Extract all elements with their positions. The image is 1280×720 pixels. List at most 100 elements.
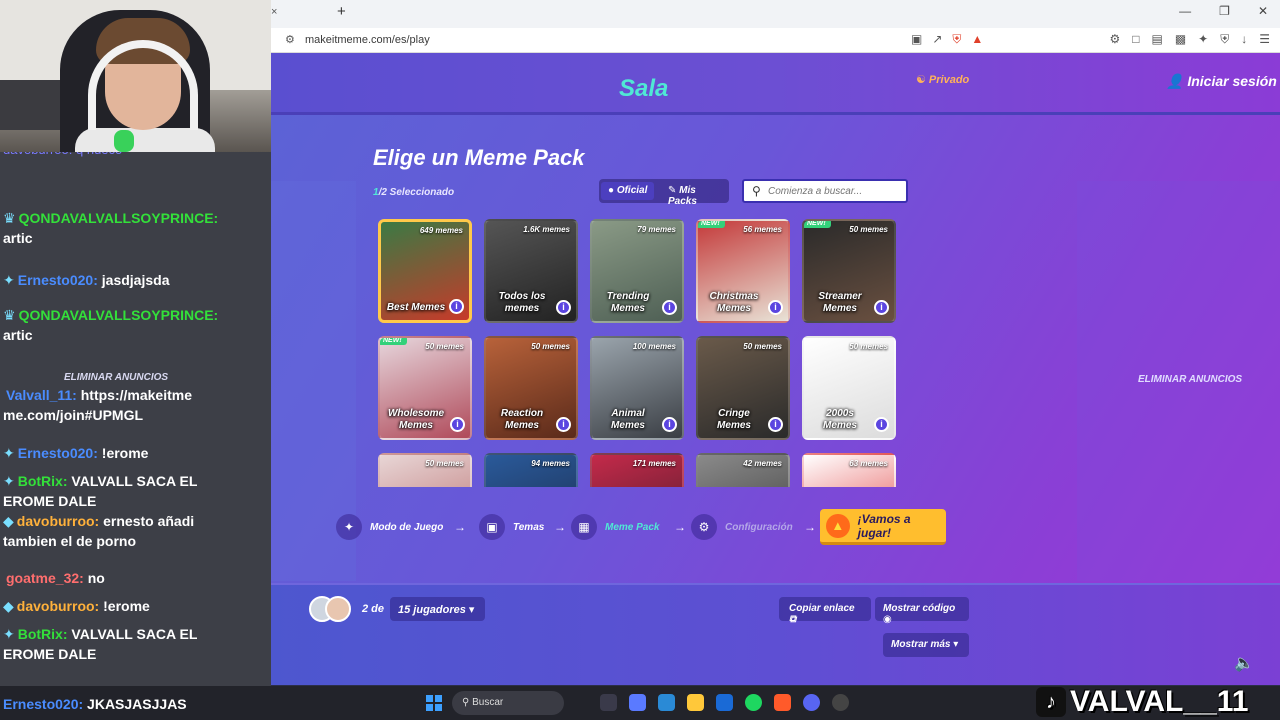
- minimize-icon[interactable]: —: [1179, 4, 1191, 18]
- info-icon[interactable]: i: [662, 417, 677, 432]
- edge-icon[interactable]: [658, 694, 675, 711]
- pack-tabs: ● Oficial ✎ Mis Packs: [599, 179, 729, 207]
- meme-pack-card[interactable]: 79 memes Trending Memes i: [590, 219, 684, 323]
- download-icon[interactable]: ↓: [1241, 32, 1247, 47]
- start-game-button[interactable]: ▲ ¡Vamos a jugar!: [820, 509, 946, 545]
- vpn-icon[interactable]: ⛨: [1220, 32, 1229, 47]
- meme-pack-card[interactable]: 100 memes Animal Memes i: [590, 336, 684, 440]
- info-icon[interactable]: i: [449, 299, 464, 314]
- step-3[interactable]: ⚙ Configuración: [691, 514, 793, 540]
- show-more-button[interactable]: Mostrar más ▾: [883, 633, 969, 657]
- meme-pack-card[interactable]: 171 memes: [590, 453, 684, 487]
- menu-icon[interactable]: ☰: [1259, 32, 1270, 47]
- info-icon[interactable]: i: [450, 417, 465, 432]
- speaker-icon[interactable]: 🔈: [1234, 653, 1254, 673]
- task-view-icon[interactable]: [600, 694, 617, 711]
- tab-my-packs[interactable]: ✎ Mis Packs: [661, 182, 729, 207]
- step-0[interactable]: ✦ Modo de Juego: [336, 514, 443, 540]
- meme-pack-card[interactable]: 42 memes: [696, 453, 790, 487]
- meme-pack-card[interactable]: 94 memes: [484, 453, 578, 487]
- leo-icon[interactable]: ✦: [1198, 32, 1208, 47]
- step-1[interactable]: ▣ Temas: [479, 514, 544, 540]
- copy-link-label: Copiar enlace: [789, 603, 855, 614]
- pack-name: Todos los memes: [498, 291, 546, 314]
- extensions-icon[interactable]: ⚙: [1109, 32, 1120, 47]
- site-info-icon[interactable]: ⚙: [285, 33, 295, 46]
- discord-icon[interactable]: [803, 694, 820, 711]
- tab-official-label: Oficial: [616, 185, 648, 196]
- maximize-icon[interactable]: ❐: [1219, 4, 1230, 18]
- new-tab-button[interactable]: +: [337, 3, 346, 20]
- window-controls: — ❐ ✕: [1179, 4, 1268, 18]
- meme-pack-card[interactable]: 63 memes: [802, 453, 896, 487]
- info-icon[interactable]: i: [662, 300, 677, 315]
- pack-count: 94 memes: [531, 459, 570, 468]
- private-label: Privado: [928, 74, 970, 86]
- tab-search-icon[interactable]: □: [1132, 32, 1139, 47]
- chat-username: goatme_32:: [6, 570, 84, 586]
- pack-name: Wholesome Memes: [387, 408, 445, 431]
- arrow-right-icon: →: [674, 520, 686, 534]
- copy-link-button[interactable]: Copiar enlace ⧉: [779, 597, 871, 625]
- login-button[interactable]: 👤 Iniciar sesión: [1166, 73, 1277, 90]
- chat-username: QONDAVALVALLSOYPRINCE:: [18, 210, 219, 226]
- remove-ads-link[interactable]: ELIMINAR ANUNCIOS: [1138, 374, 1242, 385]
- shield-icon[interactable]: ⛨: [952, 32, 961, 47]
- meme-pack-card[interactable]: 1.6K memes Todos los memes i: [484, 219, 578, 323]
- chat-text: artic: [3, 230, 33, 246]
- show-code-button[interactable]: Mostrar código ◉: [875, 597, 969, 625]
- private-room-toggle[interactable]: ☯ Privado: [916, 73, 969, 86]
- browser-tab-bar: × + — ❐ ✕: [271, 0, 1280, 28]
- cast-icon[interactable]: ▣: [911, 32, 922, 47]
- info-icon[interactable]: i: [874, 417, 889, 432]
- windows-start-icon[interactable]: [426, 695, 442, 711]
- chat-message-partial: davoburroo: q hueco: [3, 152, 228, 160]
- info-icon[interactable]: i: [768, 300, 783, 315]
- chat-message: ✦ Ernesto020: !erome: [3, 443, 228, 463]
- taskbar-apps: [600, 694, 849, 711]
- pack-name: Cringe Memes: [717, 408, 751, 431]
- meme-pack-card[interactable]: 50 memes Cringe Memes i: [696, 336, 790, 440]
- info-icon[interactable]: i: [768, 417, 783, 432]
- info-icon[interactable]: i: [874, 300, 889, 315]
- remove-ads-link[interactable]: ELIMINAR ANUNCIOS: [64, 372, 168, 383]
- url-text[interactable]: makeitmeme.com/es/play: [305, 34, 430, 46]
- copilot-icon[interactable]: [629, 694, 646, 711]
- alert-icon[interactable]: ▲: [971, 32, 983, 47]
- sidebar-icon[interactable]: ▤: [1151, 32, 1162, 47]
- meme-pack-card[interactable]: NEW! 50 memes Wholesome Memes i: [378, 336, 472, 440]
- max-players-value: 15 jugadores: [398, 604, 466, 616]
- taskbar-search[interactable]: ⚲ Buscar: [452, 691, 564, 715]
- spotify-icon[interactable]: [745, 694, 762, 711]
- chat-username: davoburroo:: [16, 598, 100, 614]
- info-icon[interactable]: i: [556, 417, 571, 432]
- file-explorer-icon[interactable]: [687, 694, 704, 711]
- obs-icon[interactable]: [832, 694, 849, 711]
- close-window-icon[interactable]: ✕: [1258, 4, 1268, 18]
- pack-count: 100 memes: [632, 342, 676, 351]
- meme-pack-card[interactable]: 50 memes: [378, 453, 472, 487]
- sparkle-badge-icon: ✦: [3, 473, 15, 489]
- meme-pack-card[interactable]: NEW! 50 memes Streamer Memes i: [802, 219, 896, 323]
- arrow-right-icon: →: [804, 520, 816, 534]
- tab-official[interactable]: ● Oficial: [601, 182, 655, 200]
- new-badge: NEW!: [698, 221, 725, 228]
- store-icon[interactable]: [716, 694, 733, 711]
- step-2[interactable]: ▦ Meme Pack: [571, 514, 659, 540]
- close-tab-icon[interactable]: ×: [271, 6, 277, 18]
- diamond-badge-icon: ◆: [3, 598, 14, 614]
- wallet-icon[interactable]: ▩: [1175, 32, 1186, 47]
- tiktok-handle: VALVAL__11: [1070, 685, 1249, 718]
- pack-search[interactable]: ⚲: [742, 179, 908, 203]
- meme-pack-card[interactable]: 50 memes Reaction Memes i: [484, 336, 578, 440]
- meme-pack-card[interactable]: 50 memes 2000s Memes i: [802, 336, 896, 440]
- info-icon[interactable]: i: [556, 300, 571, 315]
- address-bar[interactable]: ⚙ makeitmeme.com/es/play ▣ ↗ ⛨ ▲ ⚙ □ ▤ ▩…: [271, 28, 1280, 53]
- meme-pack-card[interactable]: 649 memes Best Memes i: [378, 219, 472, 323]
- chat-text: !erome: [101, 445, 149, 461]
- brave-icon[interactable]: [774, 694, 791, 711]
- meme-pack-card[interactable]: NEW! 56 memes Christmas Memes i: [696, 219, 790, 323]
- share-icon[interactable]: ↗: [932, 32, 942, 47]
- search-input[interactable]: [768, 184, 903, 199]
- max-players-select[interactable]: 15 jugadores ▾: [390, 597, 485, 621]
